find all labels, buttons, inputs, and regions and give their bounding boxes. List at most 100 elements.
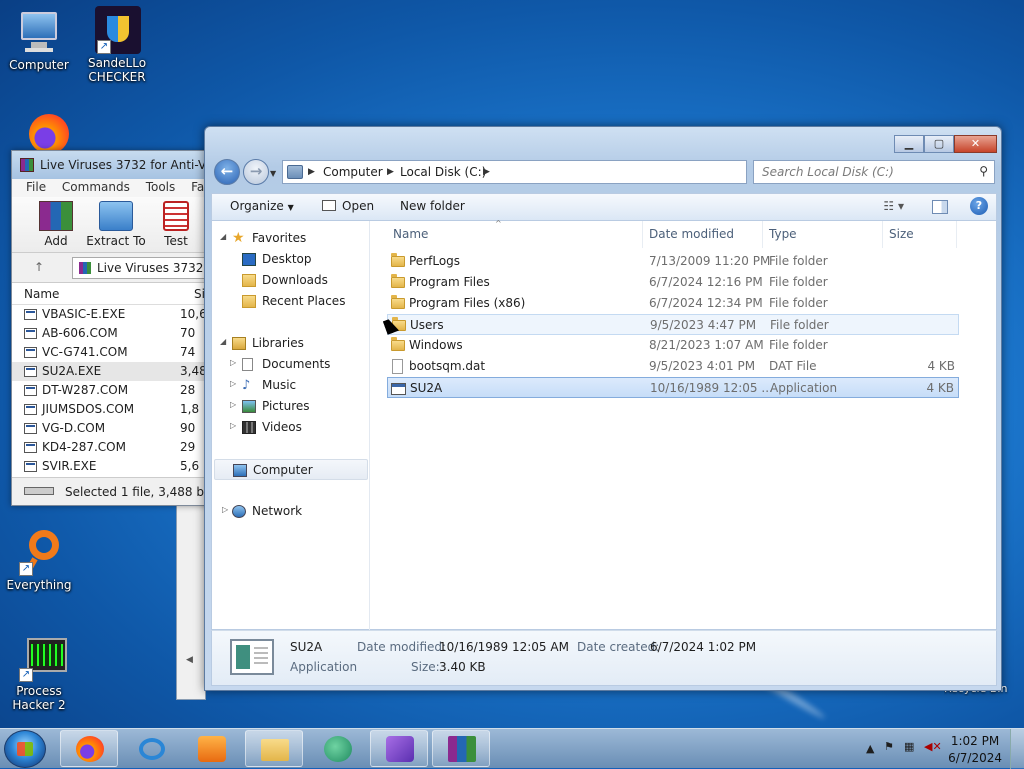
winrar-file-row[interactable]: VG-D.COM 90 <box>12 419 210 438</box>
nav-network[interactable]: Network <box>232 501 302 522</box>
taskbar-internet-explorer[interactable] <box>123 730 181 767</box>
winrar-file-list: VBASIC-E.EXE 10,6 AB-606.COM 70 VC-G741.COM 7… <box>12 305 210 479</box>
menu-file[interactable]: File <box>26 180 46 194</box>
forward-button[interactable]: → <box>243 159 269 185</box>
expand-arrow-icon[interactable]: ▷ <box>230 358 236 367</box>
new-folder-button[interactable]: New folder <box>400 199 465 213</box>
expand-arrow-icon[interactable]: ◢ <box>220 337 226 346</box>
expand-arrow-icon[interactable]: ▷ <box>222 505 228 514</box>
shortcut-arrow-icon: ↗ <box>19 668 33 682</box>
volume-muted-icon[interactable]: ◀✕ <box>924 740 942 753</box>
column-header-date[interactable]: Date modified <box>643 221 763 248</box>
file-row[interactable]: Program Files (x86) 6/7/2024 12:34 PM File… <box>387 293 959 314</box>
nav-documents[interactable]: Documents <box>242 354 330 375</box>
taskbar-explorer[interactable] <box>245 730 303 767</box>
test-button[interactable]: Test <box>146 201 206 248</box>
clock-date: 6/7/2024 <box>948 751 1002 765</box>
file-date: 6/7/2024 12:16 PM <box>649 275 763 289</box>
expand-arrow-icon[interactable]: ▷ <box>230 421 236 430</box>
clock[interactable]: 1:02 PM 6/7/2024 <box>948 733 1002 767</box>
winrar-path-field[interactable]: Live Viruses 3732 for <box>72 257 222 279</box>
nav-videos[interactable]: Videos <box>242 417 302 438</box>
column-header-type[interactable]: Type <box>763 221 883 248</box>
winrar-app-icon <box>20 158 34 172</box>
taskbar-winrar[interactable] <box>432 730 490 767</box>
shortcut-arrow-icon: ↗ <box>19 562 33 576</box>
nav-favorites[interactable]: ★ Favorites <box>232 228 306 249</box>
file-row[interactable]: Program Files 6/7/2024 12:16 PM File folde… <box>387 272 959 293</box>
breadcrumb-separator-icon[interactable]: ▶ <box>308 167 315 177</box>
column-header-size[interactable]: Size <box>883 221 957 248</box>
desktop-icon-sandello[interactable]: ↗ SandeLLo CHECKER <box>78 6 156 84</box>
details-size-value: 3.40 KB <box>439 660 486 674</box>
taskbar-firefox[interactable] <box>60 730 118 767</box>
menu-commands[interactable]: Commands <box>62 180 130 194</box>
network-tray-icon[interactable]: ▦ <box>904 740 914 753</box>
taskbar: ▲ ⚑ ▦ ◀✕ 1:02 PM 6/7/2024 <box>0 728 1024 769</box>
folder-icon <box>391 274 405 288</box>
file-row[interactable]: bootsqm.dat 9/5/2023 4:01 PM DAT File 4 KB <box>387 356 959 377</box>
winrar-file-row[interactable]: AB-606.COM 70 <box>12 324 210 343</box>
column-header-name[interactable]: Name <box>387 221 643 248</box>
maximize-button[interactable]: ▢ <box>924 135 954 153</box>
show-hidden-icons-icon[interactable]: ▲ <box>866 742 874 755</box>
preview-pane-icon[interactable] <box>932 200 948 214</box>
winrar-file-row[interactable]: SVIR.EXE 5,6 <box>12 457 210 476</box>
desktop-icon-process-hacker[interactable]: ↗ Process Hacker 2 <box>0 634 78 712</box>
nav-pictures[interactable]: Pictures <box>242 396 310 417</box>
minimize-button[interactable]: ▁ <box>894 135 924 153</box>
winrar-titlebar[interactable]: Live Viruses 3732 for Anti-Virus <box>12 151 210 179</box>
extract-to-button[interactable]: Extract To <box>86 201 146 248</box>
expand-arrow-icon[interactable]: ▷ <box>230 379 236 388</box>
file-row[interactable]: Users 9/5/2023 4:47 PM File folder <box>387 314 959 335</box>
start-button[interactable] <box>4 730 46 768</box>
desktop-icon-computer[interactable]: Computer <box>0 8 78 72</box>
address-bar[interactable]: ▶ Computer ▶ Local Disk (C:) ▶ ▼ ⇆ <box>282 160 811 184</box>
taskbar-visual-studio[interactable] <box>370 730 428 767</box>
winrar-window[interactable]: Live Viruses 3732 for Anti-Virus File Co… <box>11 150 222 506</box>
breadcrumb-separator-icon[interactable]: ▶ <box>483 167 490 177</box>
expand-arrow-icon[interactable]: ▷ <box>230 400 236 409</box>
open-button[interactable]: Open <box>322 199 374 213</box>
computer-small-icon <box>233 464 247 477</box>
expand-arrow-icon[interactable]: ◢ <box>220 232 226 241</box>
column-name[interactable]: Name <box>24 287 59 301</box>
desktop-icon-everything[interactable]: ↗ Everything <box>0 528 78 592</box>
breadcrumb-separator-icon[interactable]: ▶ <box>387 167 394 177</box>
nav-music[interactable]: ♪ Music <box>242 375 296 396</box>
explorer-window[interactable]: ▁ ▢ ✕ ← → ▼ ▶ Computer ▶ Local Disk (C:)… <box>204 126 1002 691</box>
winrar-file-row[interactable]: KD4-287.COM 29 <box>12 438 210 457</box>
breadcrumb-computer[interactable]: Computer <box>323 165 383 179</box>
scroll-left-arrow-icon[interactable]: ◀ <box>186 655 193 665</box>
winrar-file-row[interactable]: DT-W287.COM 28 <box>12 381 210 400</box>
up-arrow-icon[interactable]: ↑ <box>34 260 44 274</box>
breadcrumb-local-disk[interactable]: Local Disk (C:) <box>400 165 486 179</box>
nav-recent-places[interactable]: Recent Places <box>242 291 345 312</box>
close-button[interactable]: ✕ <box>954 135 997 153</box>
search-icon[interactable]: ⚲ <box>979 164 988 178</box>
change-view-icon[interactable]: ☷ ▾ <box>883 199 904 213</box>
back-button[interactable]: ← <box>214 159 240 185</box>
file-row[interactable]: PerfLogs 7/13/2009 11:20 PM File folder <box>387 251 959 272</box>
winrar-file-row[interactable]: VBASIC-E.EXE 10,6 <box>12 305 210 324</box>
recent-pages-dropdown-icon[interactable]: ▼ <box>270 169 276 178</box>
nav-downloads[interactable]: Downloads <box>242 270 328 291</box>
file-name: Windows <box>409 338 463 352</box>
taskbar-media-player[interactable] <box>182 730 240 767</box>
add-button[interactable]: Add <box>26 201 86 248</box>
action-center-flag-icon[interactable]: ⚑ <box>884 740 894 753</box>
winrar-file-row[interactable]: SU2A.EXE 3,48 <box>12 362 210 381</box>
search-input[interactable]: Search Local Disk (C:) ⚲ <box>753 160 995 184</box>
show-desktop-button[interactable] <box>1010 729 1024 769</box>
menu-tools[interactable]: Tools <box>146 180 176 194</box>
nav-libraries[interactable]: Libraries <box>232 333 304 354</box>
nav-computer[interactable]: Computer <box>214 459 368 480</box>
taskbar-app-green[interactable] <box>308 730 366 767</box>
nav-desktop[interactable]: Desktop <box>242 249 312 270</box>
winrar-file-row[interactable]: VC-G741.COM 74 <box>12 343 210 362</box>
file-row[interactable]: Windows 8/21/2023 1:07 AM File folder <box>387 335 959 356</box>
winrar-file-row[interactable]: JIUMSDOS.COM 1,8 <box>12 400 210 419</box>
help-icon[interactable]: ? <box>970 197 988 215</box>
file-row[interactable]: SU2A 10/16/1989 12:05 ... Application 4 KB <box>387 377 959 398</box>
organize-button[interactable]: Organize ▼ <box>230 199 294 213</box>
